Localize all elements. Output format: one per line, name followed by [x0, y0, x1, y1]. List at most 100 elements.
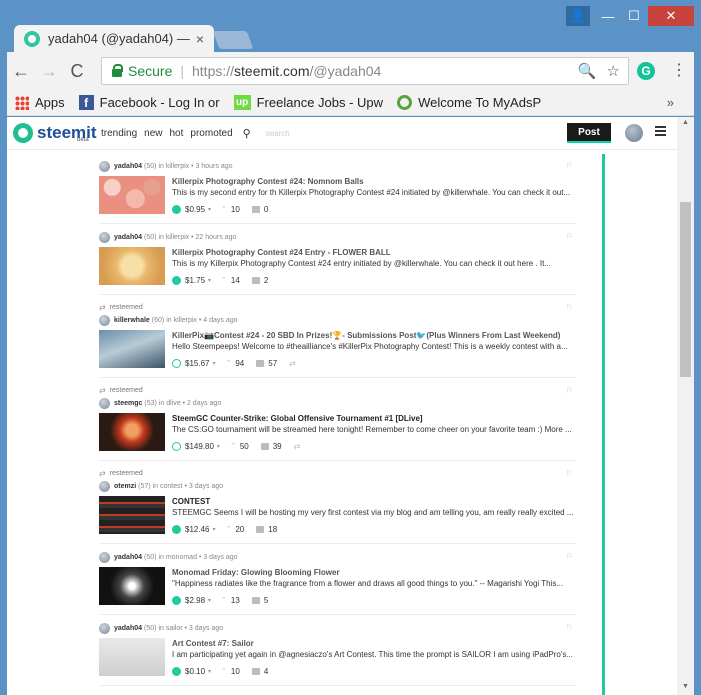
post-title[interactable]: Killerpix Photography Contest #24: Nomno…: [172, 176, 577, 187]
chevron-down-icon[interactable]: ▾: [208, 668, 211, 675]
nav-new[interactable]: new: [144, 128, 162, 139]
flag-icon[interactable]: ⚐: [566, 623, 573, 632]
post-category[interactable]: in killerpix: [158, 163, 189, 170]
scroll-down-arrow-icon[interactable]: ▼: [677, 683, 694, 690]
nav-hot[interactable]: hot: [170, 128, 184, 139]
author-avatar[interactable]: [99, 551, 110, 563]
minimize-button[interactable]: —: [596, 6, 620, 26]
comment-icon[interactable]: [251, 667, 260, 675]
post-category[interactable]: in dlive: [159, 400, 181, 407]
vote-count[interactable]: 20: [235, 525, 244, 534]
post-button[interactable]: Post: [567, 123, 611, 143]
address-bar[interactable]: Secure | https://steemit.com/@yadah04 🔍 …: [101, 57, 629, 85]
comment-icon[interactable]: [251, 596, 260, 604]
comment-count[interactable]: 2: [264, 276, 268, 285]
chevron-down-icon[interactable]: ▾: [217, 443, 220, 450]
post-payout[interactable]: $1.75: [185, 276, 205, 285]
post-summary[interactable]: This is my second entry for th Killerpix…: [172, 187, 577, 199]
user-avatar[interactable]: [625, 124, 643, 142]
scrollbar-thumb[interactable]: [680, 202, 691, 377]
comment-count[interactable]: 0: [264, 205, 268, 214]
vote-count[interactable]: 94: [235, 359, 244, 368]
star-icon[interactable]: ☆: [607, 62, 620, 80]
reload-icon[interactable]: C: [63, 61, 91, 82]
nav-promoted[interactable]: promoted: [190, 128, 232, 139]
resteem-action-icon[interactable]: ⇄: [294, 442, 301, 451]
author-name[interactable]: yadah04: [114, 554, 142, 561]
zoom-icon[interactable]: 🔍: [578, 62, 597, 80]
post-category[interactable]: in killerpix: [158, 234, 189, 241]
post-thumbnail[interactable]: [99, 413, 165, 451]
flag-icon[interactable]: ⚐: [566, 469, 573, 478]
post-summary[interactable]: I am participating yet again in @agnesia…: [172, 649, 577, 661]
hamburger-menu-icon[interactable]: [655, 126, 666, 136]
browser-tab[interactable]: yadah04 (@yadah04) — ×: [14, 25, 214, 52]
comment-icon[interactable]: [251, 205, 260, 213]
resteem-action-icon[interactable]: ⇄: [289, 359, 296, 368]
author-name[interactable]: yadah04: [114, 625, 142, 632]
post-thumbnail[interactable]: [99, 496, 165, 534]
author-avatar[interactable]: [99, 397, 110, 409]
post-title[interactable]: SteemGC Counter-Strike: Global Offensive…: [172, 413, 577, 424]
comment-count[interactable]: 5: [264, 596, 268, 605]
comment-count[interactable]: 18: [268, 525, 277, 534]
flag-icon[interactable]: ⚐: [566, 303, 573, 312]
comment-count[interactable]: 57: [268, 359, 277, 368]
vertical-scrollbar[interactable]: ▲ ▼: [677, 117, 694, 695]
upvote-icon[interactable]: [172, 204, 181, 214]
browser-menu-icon[interactable]: ⋮: [671, 60, 687, 80]
address-url[interactable]: https://steemit.com/@yadah04: [192, 63, 381, 79]
maximize-button[interactable]: ☐: [622, 6, 646, 26]
post-payout[interactable]: $0.10: [185, 667, 205, 676]
grammarly-extension-icon[interactable]: G: [637, 62, 655, 80]
upvote-icon[interactable]: [172, 524, 181, 534]
comment-count[interactable]: 39: [273, 442, 282, 451]
post-summary[interactable]: The CS:GO tournament will be streamed he…: [172, 424, 577, 436]
tab-close-icon[interactable]: ×: [196, 31, 204, 47]
vote-count[interactable]: 14: [231, 276, 240, 285]
search-icon[interactable]: ⚲: [243, 127, 251, 140]
bookmark-apps[interactable]: Apps: [15, 95, 65, 110]
author-avatar[interactable]: [99, 314, 110, 326]
comment-count[interactable]: 4: [264, 667, 268, 676]
author-avatar[interactable]: [99, 160, 110, 172]
post-thumbnail[interactable]: [99, 247, 165, 285]
vote-count[interactable]: 50: [240, 442, 249, 451]
post-category[interactable]: in sailor: [158, 625, 182, 632]
author-avatar[interactable]: [99, 231, 110, 243]
comment-icon[interactable]: [256, 359, 265, 367]
author-avatar[interactable]: [99, 622, 110, 634]
vote-count[interactable]: 13: [231, 596, 240, 605]
user-profile-icon[interactable]: 👤: [566, 6, 590, 26]
post-thumbnail[interactable]: [99, 567, 165, 605]
author-avatar[interactable]: [99, 480, 110, 492]
post-payout[interactable]: $12.46: [185, 525, 209, 534]
post-title[interactable]: Monomad Friday: Glowing Blooming Flower: [172, 567, 577, 578]
bookmark-facebook[interactable]: f Facebook - Log In or: [78, 95, 220, 110]
author-name[interactable]: killerwhale: [114, 317, 150, 324]
post-summary[interactable]: This is my Killerpix Photography Contest…: [172, 258, 577, 270]
author-name[interactable]: yadah04: [114, 234, 142, 241]
flag-icon[interactable]: ⚐: [566, 232, 573, 241]
chevron-down-icon[interactable]: ▾: [208, 597, 211, 604]
post-category[interactable]: in contest: [153, 483, 183, 490]
post-thumbnail[interactable]: [99, 176, 165, 214]
flag-icon[interactable]: ⚐: [566, 552, 573, 561]
post-thumbnail[interactable]: [99, 330, 165, 368]
upvote-icon[interactable]: [172, 441, 181, 451]
chevron-down-icon[interactable]: ▾: [208, 277, 211, 284]
scroll-up-arrow-icon[interactable]: ▲: [677, 119, 694, 126]
upvote-icon[interactable]: [172, 358, 181, 368]
bookmarks-overflow-icon[interactable]: »: [667, 95, 674, 110]
nav-trending[interactable]: trending: [101, 128, 137, 139]
upvote-icon[interactable]: [172, 275, 181, 285]
comment-icon[interactable]: [251, 276, 260, 284]
back-arrow-icon[interactable]: ←: [7, 61, 35, 82]
flag-icon[interactable]: ⚐: [566, 386, 573, 395]
post-title[interactable]: Art Contest #7: Sailor: [172, 638, 577, 649]
author-name[interactable]: steemgc: [114, 400, 142, 407]
post-summary[interactable]: STEEMGC Seems I will be hosting my very …: [172, 507, 577, 519]
forward-arrow-icon[interactable]: →: [35, 61, 63, 82]
search-input[interactable]: search: [266, 129, 290, 138]
chevron-down-icon[interactable]: ▾: [212, 360, 215, 367]
